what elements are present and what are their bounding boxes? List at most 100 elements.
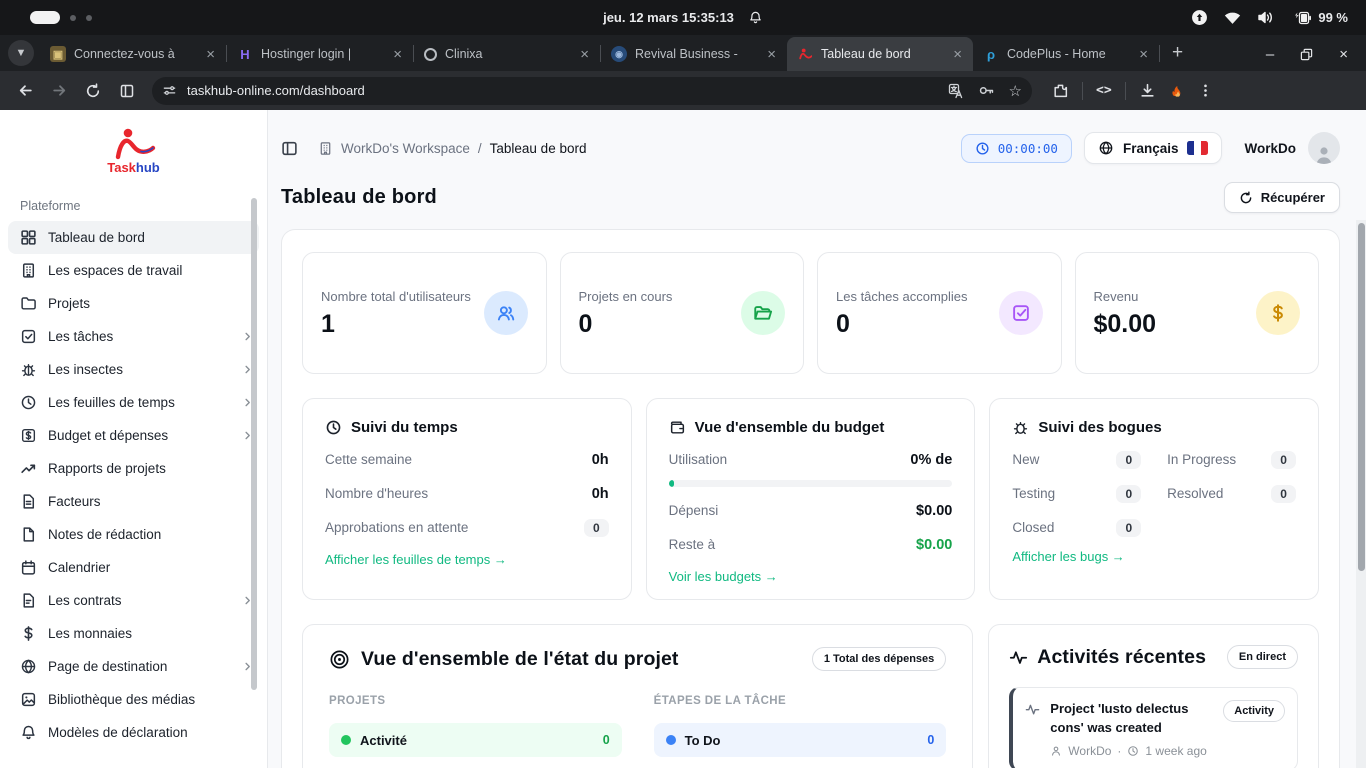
system-top-bar: jeu. 12 mars 15:35:13 99 % xyxy=(0,0,1366,35)
password-key-icon[interactable] xyxy=(978,82,995,99)
reload-button[interactable] xyxy=(78,76,108,106)
budget-overview-card: Vue d'ensemble du budget Utilisation0% d… xyxy=(646,398,976,600)
scrollbar-thumb[interactable] xyxy=(1358,223,1365,571)
sidebar-scrollbar[interactable] xyxy=(251,198,257,690)
tab-close-icon[interactable]: × xyxy=(950,46,965,63)
sidebar: Taskhub Plateforme Tableau de bord Les e… xyxy=(0,110,268,768)
software-update-icon[interactable] xyxy=(1191,9,1208,26)
tab-close-icon[interactable]: × xyxy=(203,46,218,63)
tab-favicon xyxy=(424,48,437,61)
breadcrumb-separator: / xyxy=(478,141,482,156)
tab-search-button[interactable]: ▼ xyxy=(8,40,34,66)
workspace-dot[interactable] xyxy=(86,15,92,21)
reading-mode-icon[interactable] xyxy=(112,76,142,106)
window-close-button[interactable]: × xyxy=(1339,46,1348,63)
sidebar-item-calendar[interactable]: Calendrier xyxy=(0,551,267,584)
activity-type-badge: Activity xyxy=(1223,700,1285,722)
green-dot xyxy=(341,735,351,745)
code-extension-icon[interactable]: <> xyxy=(1096,83,1112,98)
contract-file-icon xyxy=(20,592,37,609)
sidebar-item-landing-page[interactable]: Page de destination xyxy=(0,650,267,683)
project-status-row[interactable]: Activité 0 xyxy=(329,723,622,757)
user-name[interactable]: WorkDo xyxy=(1244,141,1296,156)
view-bugs-link[interactable]: Afficher les bugs → xyxy=(1012,549,1124,564)
site-settings-icon[interactable] xyxy=(162,83,177,98)
tab-favicon xyxy=(797,46,813,62)
sidebar-item-media-library[interactable]: Bibliothèque des médias xyxy=(0,683,267,716)
back-button[interactable] xyxy=(10,76,40,106)
address-bar[interactable]: taskhub-online.com/dashboard ☆ xyxy=(152,77,1032,105)
sidebar-item-notes[interactable]: Notes de rédaction xyxy=(0,518,267,551)
activity-list-item[interactable]: Project 'Iusto delectus cons' was create… xyxy=(1009,687,1298,768)
tab-title: Hostinger login | xyxy=(261,47,382,61)
activity-user: WorkDo xyxy=(1068,744,1111,758)
url-text[interactable]: taskhub-online.com/dashboard xyxy=(187,83,948,98)
language-selector[interactable]: Français xyxy=(1084,132,1223,164)
sidebar-item-bugs[interactable]: Les insectes xyxy=(0,353,267,386)
sidebar-item-projects[interactable]: Projets xyxy=(0,287,267,320)
tab-close-icon[interactable]: × xyxy=(577,46,592,63)
image-icon xyxy=(20,691,37,708)
downloads-icon[interactable] xyxy=(1139,82,1156,99)
clock-icon xyxy=(20,394,37,411)
logo-wordmark: Taskhub xyxy=(107,160,160,175)
app-logo[interactable]: Taskhub xyxy=(0,110,267,181)
browser-tab[interactable]: ρ CodePlus - Home × xyxy=(973,37,1159,71)
pending-approvals-badge: 0 xyxy=(584,519,609,537)
task-stage-row[interactable]: To Do 0 xyxy=(654,723,947,757)
sidebar-item-dashboard[interactable]: Tableau de bord xyxy=(8,221,259,254)
workspace-dot[interactable] xyxy=(70,15,76,21)
dashboard-panel: Nombre total d'utilisateurs 1 Projets en… xyxy=(281,229,1340,768)
browser-tab[interactable]: ▣ Connectez-vous à × xyxy=(40,37,226,71)
bug-icon xyxy=(20,361,37,378)
browser-menu-icon[interactable] xyxy=(1198,83,1213,98)
refresh-button[interactable]: Récupérer xyxy=(1224,182,1340,213)
clock-icon xyxy=(1127,745,1139,757)
sidebar-item-reports[interactable]: Rapports de projets xyxy=(0,452,267,485)
sidebar-item-contracts[interactable]: Les contrats xyxy=(0,584,267,617)
volume-icon[interactable] xyxy=(1257,10,1275,25)
dollar-icon xyxy=(20,625,37,642)
browser-tab[interactable]: Clinixa × xyxy=(414,37,600,71)
translate-icon[interactable] xyxy=(948,83,964,99)
sidebar-item-currencies[interactable]: Les monnaies xyxy=(0,617,267,650)
breadcrumb-workspace[interactable]: WorkDo's Workspace xyxy=(341,141,470,156)
recent-activities-card: Activités récentes En direct Project 'Iu… xyxy=(988,624,1319,768)
browser-tab[interactable]: H Hostinger login | × xyxy=(227,37,413,71)
bookmark-star-icon[interactable]: ☆ xyxy=(1009,82,1022,100)
sidebar-item-budget[interactable]: Budget et dépenses xyxy=(0,419,267,452)
time-tracker-widget[interactable]: 00:00:00 xyxy=(961,134,1072,163)
window-restore-button[interactable] xyxy=(1300,48,1313,61)
clock-icon xyxy=(325,419,342,436)
refresh-icon xyxy=(1239,191,1253,205)
tab-close-icon[interactable]: × xyxy=(764,46,779,63)
sidebar-toggle-icon[interactable] xyxy=(281,140,298,157)
new-tab-button[interactable]: + xyxy=(1172,42,1183,64)
page-scrollbar[interactable] xyxy=(1356,220,1366,768)
file-text-icon xyxy=(20,493,37,510)
forward-button[interactable] xyxy=(44,76,74,106)
sidebar-item-tasks[interactable]: Les tâches xyxy=(0,320,267,353)
activity-pulse-icon xyxy=(1009,648,1028,667)
tab-title: Clinixa xyxy=(445,47,569,61)
wifi-icon[interactable] xyxy=(1224,11,1241,25)
extensions-puzzle-icon[interactable] xyxy=(1052,82,1069,99)
sidebar-item-workspaces[interactable]: Les espaces de travail xyxy=(0,254,267,287)
sidebar-item-timesheets[interactable]: Les feuilles de temps xyxy=(0,386,267,419)
stat-card-total-users: Nombre total d'utilisateurs 1 xyxy=(302,252,547,374)
window-minimize-button[interactable]: – xyxy=(1266,46,1274,63)
user-avatar[interactable] xyxy=(1308,132,1340,164)
view-budgets-link[interactable]: Voir les budgets → xyxy=(669,569,778,584)
folder-open-icon xyxy=(741,291,785,335)
workspace-indicator[interactable] xyxy=(30,11,60,24)
tab-close-icon[interactable]: × xyxy=(390,46,405,63)
view-timesheets-link[interactable]: Afficher les feuilles de temps → xyxy=(325,552,507,567)
sidebar-item-invoices[interactable]: Facteurs xyxy=(0,485,267,518)
tab-close-icon[interactable]: × xyxy=(1136,46,1151,63)
building-icon xyxy=(20,262,37,279)
flame-extension-icon[interactable] xyxy=(1169,83,1185,99)
globe-icon xyxy=(1098,140,1114,156)
sidebar-item-notification-templates[interactable]: Modèles de déclaration xyxy=(0,716,267,749)
browser-tab[interactable]: ◉ Revival Business - × xyxy=(601,37,787,71)
browser-tab-active[interactable]: Tableau de bord × xyxy=(787,37,973,71)
